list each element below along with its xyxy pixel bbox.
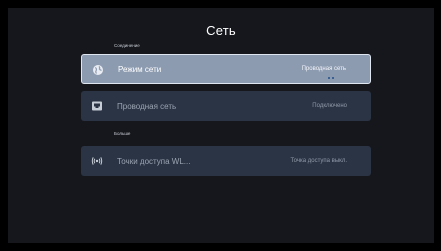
network-mode-label: Режим сети (118, 64, 162, 74)
globe-icon (92, 64, 104, 76)
ethernet-icon (91, 100, 103, 112)
section-label-more: Больше (114, 131, 131, 136)
section-label-connection: Соединение (114, 43, 140, 48)
wired-network-status: Подключено (312, 103, 347, 109)
wlan-hotspot-status: Точка доступа выкл. (290, 158, 347, 164)
wlan-hotspot-label: Точки доступа WL... (117, 156, 191, 166)
tv-settings-screen: Сеть Соединение Режим сети Проводная сет… (8, 8, 434, 243)
wired-network-row[interactable]: Проводная сеть Подключено (81, 91, 371, 121)
wireless-hotspot-icon (91, 155, 103, 167)
page-title: Сеть (206, 23, 236, 38)
wired-network-label: Проводная сеть (117, 101, 177, 111)
network-mode-row[interactable]: Режим сети Проводная сеть (81, 54, 371, 84)
option-indicator-dots (328, 77, 334, 79)
network-mode-value: Проводная сеть (301, 66, 346, 72)
wlan-hotspot-row[interactable]: Точки доступа WL... Точка доступа выкл. (81, 146, 371, 176)
